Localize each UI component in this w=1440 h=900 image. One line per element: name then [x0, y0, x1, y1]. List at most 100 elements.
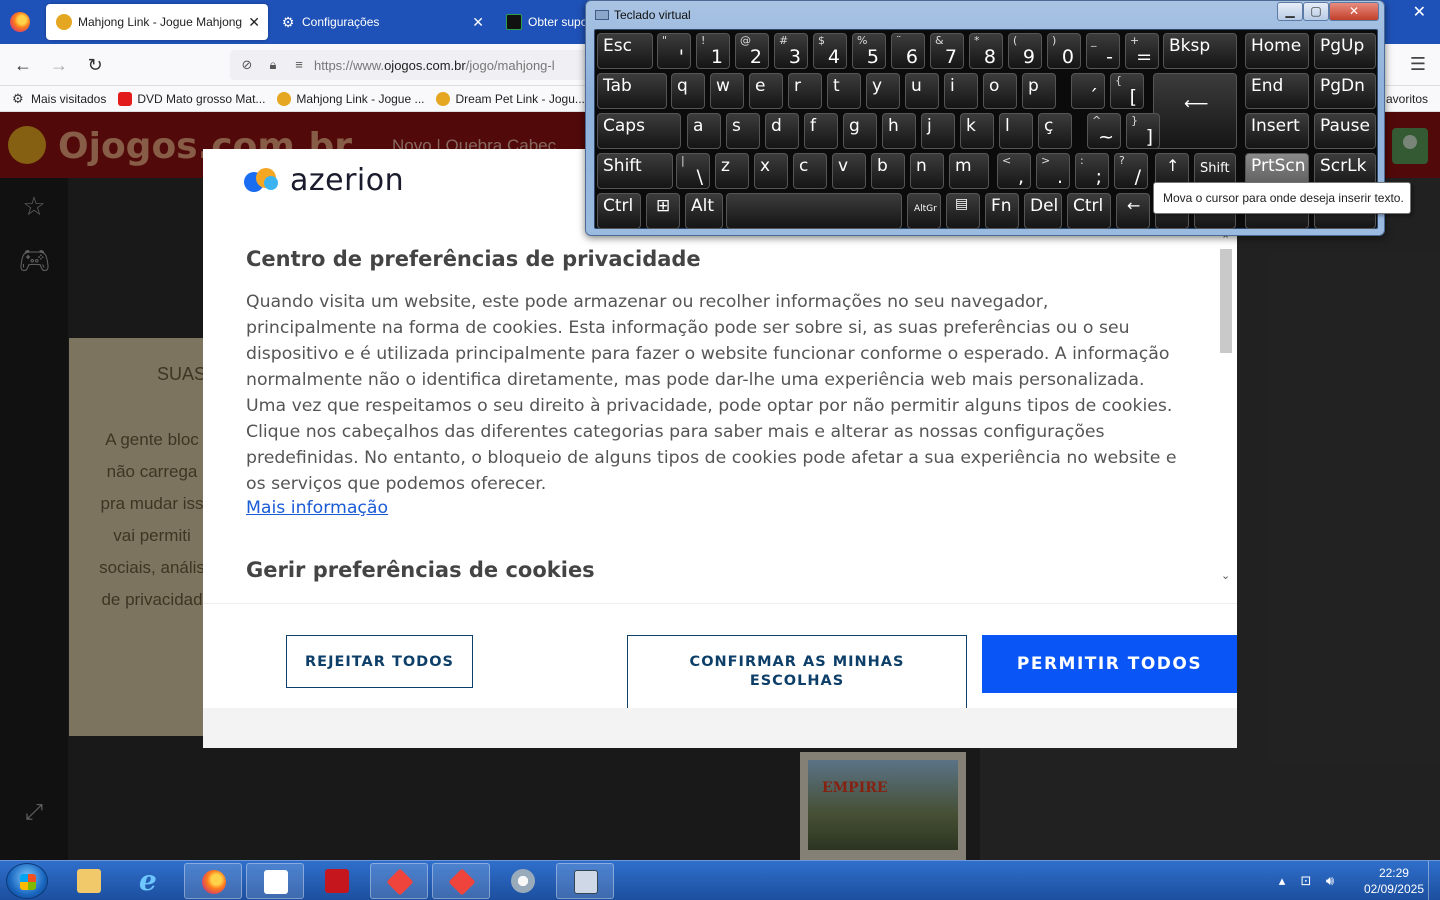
key-period[interactable]: >. [1036, 153, 1070, 189]
key-minus[interactable]: _ - [1086, 33, 1120, 69]
key-2[interactable]: @2 [735, 33, 769, 69]
key-u[interactable]: u [905, 73, 939, 109]
key-space[interactable] [726, 193, 902, 229]
key-tilde[interactable]: ^ ~ [1087, 113, 1121, 149]
key-x[interactable]: x [754, 153, 788, 189]
key-comma[interactable]: <, [997, 153, 1031, 189]
key-f[interactable]: f [804, 113, 838, 149]
key-9[interactable]: (9 [1008, 33, 1042, 69]
system-clock[interactable]: 22:29 02/09/2025 [1364, 865, 1424, 897]
key-enter[interactable]: ⟵ [1153, 73, 1237, 149]
taskbar-acrobat[interactable] [308, 863, 366, 899]
key-l[interactable]: l [999, 113, 1033, 149]
key-6[interactable]: ¨ 6 [891, 33, 925, 69]
key-0[interactable]: ) 0 [1047, 33, 1081, 69]
key-tab[interactable]: Tab [597, 73, 667, 109]
taskbar-internet-explorer[interactable]: e [122, 863, 180, 899]
key-s[interactable]: s [726, 113, 760, 149]
key-esc[interactable]: Esc [597, 33, 653, 69]
key-end[interactable]: End [1245, 73, 1309, 109]
window-close-icon[interactable]: ✕ [1413, 2, 1426, 22]
taskbar-virtual-keyboard[interactable] [556, 863, 614, 899]
key-1[interactable]: ! 1 [696, 33, 730, 69]
firefox-icon[interactable] [10, 12, 30, 32]
key-t[interactable]: t [827, 73, 861, 109]
windows-key-icon[interactable]: ⊞ [646, 193, 680, 229]
key-altgr[interactable]: AltGr [907, 193, 941, 229]
taskbar-anydesk-1[interactable] [370, 863, 428, 899]
tab-configuracoes[interactable]: ⚙ Configurações ✕ [270, 4, 492, 40]
allow-all-button[interactable]: PERMITIR TODOS [982, 635, 1237, 693]
lock-icon[interactable]: 🔒︎ [264, 56, 282, 74]
key-ctrl-right[interactable]: Ctrl [1067, 193, 1111, 229]
key-slash[interactable]: ? / [1114, 153, 1148, 189]
key-a[interactable]: a [687, 113, 721, 149]
reject-all-button[interactable]: REJEITAR TODOS [286, 635, 473, 688]
menu-key-icon[interactable]: ▤ [946, 193, 980, 229]
taskbar-paint[interactable] [494, 863, 552, 899]
key-y[interactable]: y [866, 73, 900, 109]
key-n[interactable]: n [910, 153, 944, 189]
other-bookmarks[interactable]: avoritos [1386, 92, 1428, 106]
bookmark-dream-pet-link[interactable]: Dream Pet Link - Jogu... [436, 91, 585, 106]
more-info-link[interactable]: Mais informação [246, 498, 388, 518]
confirm-choices-button[interactable]: CONFIRMAR AS MINHAS ESCOLHAS [627, 635, 967, 709]
key-caps[interactable]: Caps [597, 113, 681, 149]
key-v[interactable]: v [832, 153, 866, 189]
key-e[interactable]: e [749, 73, 783, 109]
bookmark-mahjong-link[interactable]: Mahjong Link - Jogue ... [277, 91, 424, 106]
key-bracket-right[interactable]: }] [1126, 113, 1160, 149]
key-fn[interactable]: Fn [985, 193, 1019, 229]
key-o[interactable]: o [983, 73, 1017, 109]
key-g[interactable]: g [843, 113, 877, 149]
key-shift-left[interactable]: Shift [597, 153, 673, 189]
close-tab-icon[interactable]: ✕ [472, 14, 484, 31]
key-i[interactable]: i [944, 73, 978, 109]
key-home[interactable]: Home [1245, 33, 1309, 69]
key-z[interactable]: z [715, 153, 749, 189]
key-equals[interactable]: + = [1125, 33, 1159, 69]
key-3[interactable]: #3 [774, 33, 808, 69]
key-pgup[interactable]: PgUp [1314, 33, 1376, 69]
key-arrow-left[interactable]: ← [1116, 193, 1150, 229]
start-button-icon[interactable] [6, 863, 48, 899]
tracking-protection-icon[interactable]: ⊘ [238, 56, 256, 74]
key-r[interactable]: r [788, 73, 822, 109]
hamburger-menu-icon[interactable]: ☰ [1410, 54, 1426, 75]
key-del[interactable]: Del [1024, 193, 1062, 229]
close-button[interactable]: ✕ [1329, 2, 1379, 21]
key-w[interactable]: w [710, 73, 744, 109]
close-tab-icon[interactable]: ✕ [248, 14, 260, 31]
key-backslash[interactable]: | \ [676, 153, 710, 189]
key-insert[interactable]: Insert [1245, 113, 1309, 149]
key-5[interactable]: % 5 [852, 33, 886, 69]
taskbar-anydesk-2[interactable] [432, 863, 490, 899]
key-ctrl-left[interactable]: Ctrl [597, 193, 641, 229]
key-backspace[interactable]: Bksp [1163, 33, 1237, 69]
key-h[interactable]: h [882, 113, 916, 149]
key-j[interactable]: j [921, 113, 955, 149]
key-bracket-left[interactable]: {[ [1110, 73, 1144, 109]
key-k[interactable]: k [960, 113, 994, 149]
back-arrow-icon[interactable]: ← [10, 52, 36, 78]
key-acute[interactable]: ´ [1071, 73, 1105, 109]
key-pgdn[interactable]: PgDn [1314, 73, 1376, 109]
reload-icon[interactable]: ↻ [82, 52, 108, 78]
tab-obter-suporte[interactable]: Obter supo [496, 4, 596, 40]
key-d[interactable]: d [765, 113, 799, 149]
show-desktop-button[interactable] [1428, 861, 1440, 900]
tab-mahjong-link[interactable]: Mahjong Link - Jogue Mahjong ✕ [46, 4, 268, 40]
key-pause[interactable]: Pause [1314, 113, 1376, 149]
address-bar[interactable]: ⊘ 🔒︎ ≡ https://www.ojogos.com.br/jogo/ma… [230, 50, 590, 80]
scrollbar-thumb[interactable] [1220, 249, 1232, 353]
volume-icon[interactable]: 🔊︎ [1322, 873, 1338, 889]
modal-scrollbar[interactable]: ⌃ ⌄ [1218, 233, 1236, 587]
permissions-icon[interactable]: ≡ [290, 56, 308, 74]
forward-arrow-icon[interactable]: → [46, 52, 72, 78]
key-q[interactable]: q [671, 73, 705, 109]
maximize-button[interactable]: ▢ [1303, 2, 1329, 21]
key-m[interactable]: m [949, 153, 989, 189]
key-p[interactable]: p [1022, 73, 1056, 109]
taskbar-firefox[interactable] [184, 863, 242, 899]
key-4[interactable]: $4 [813, 33, 847, 69]
